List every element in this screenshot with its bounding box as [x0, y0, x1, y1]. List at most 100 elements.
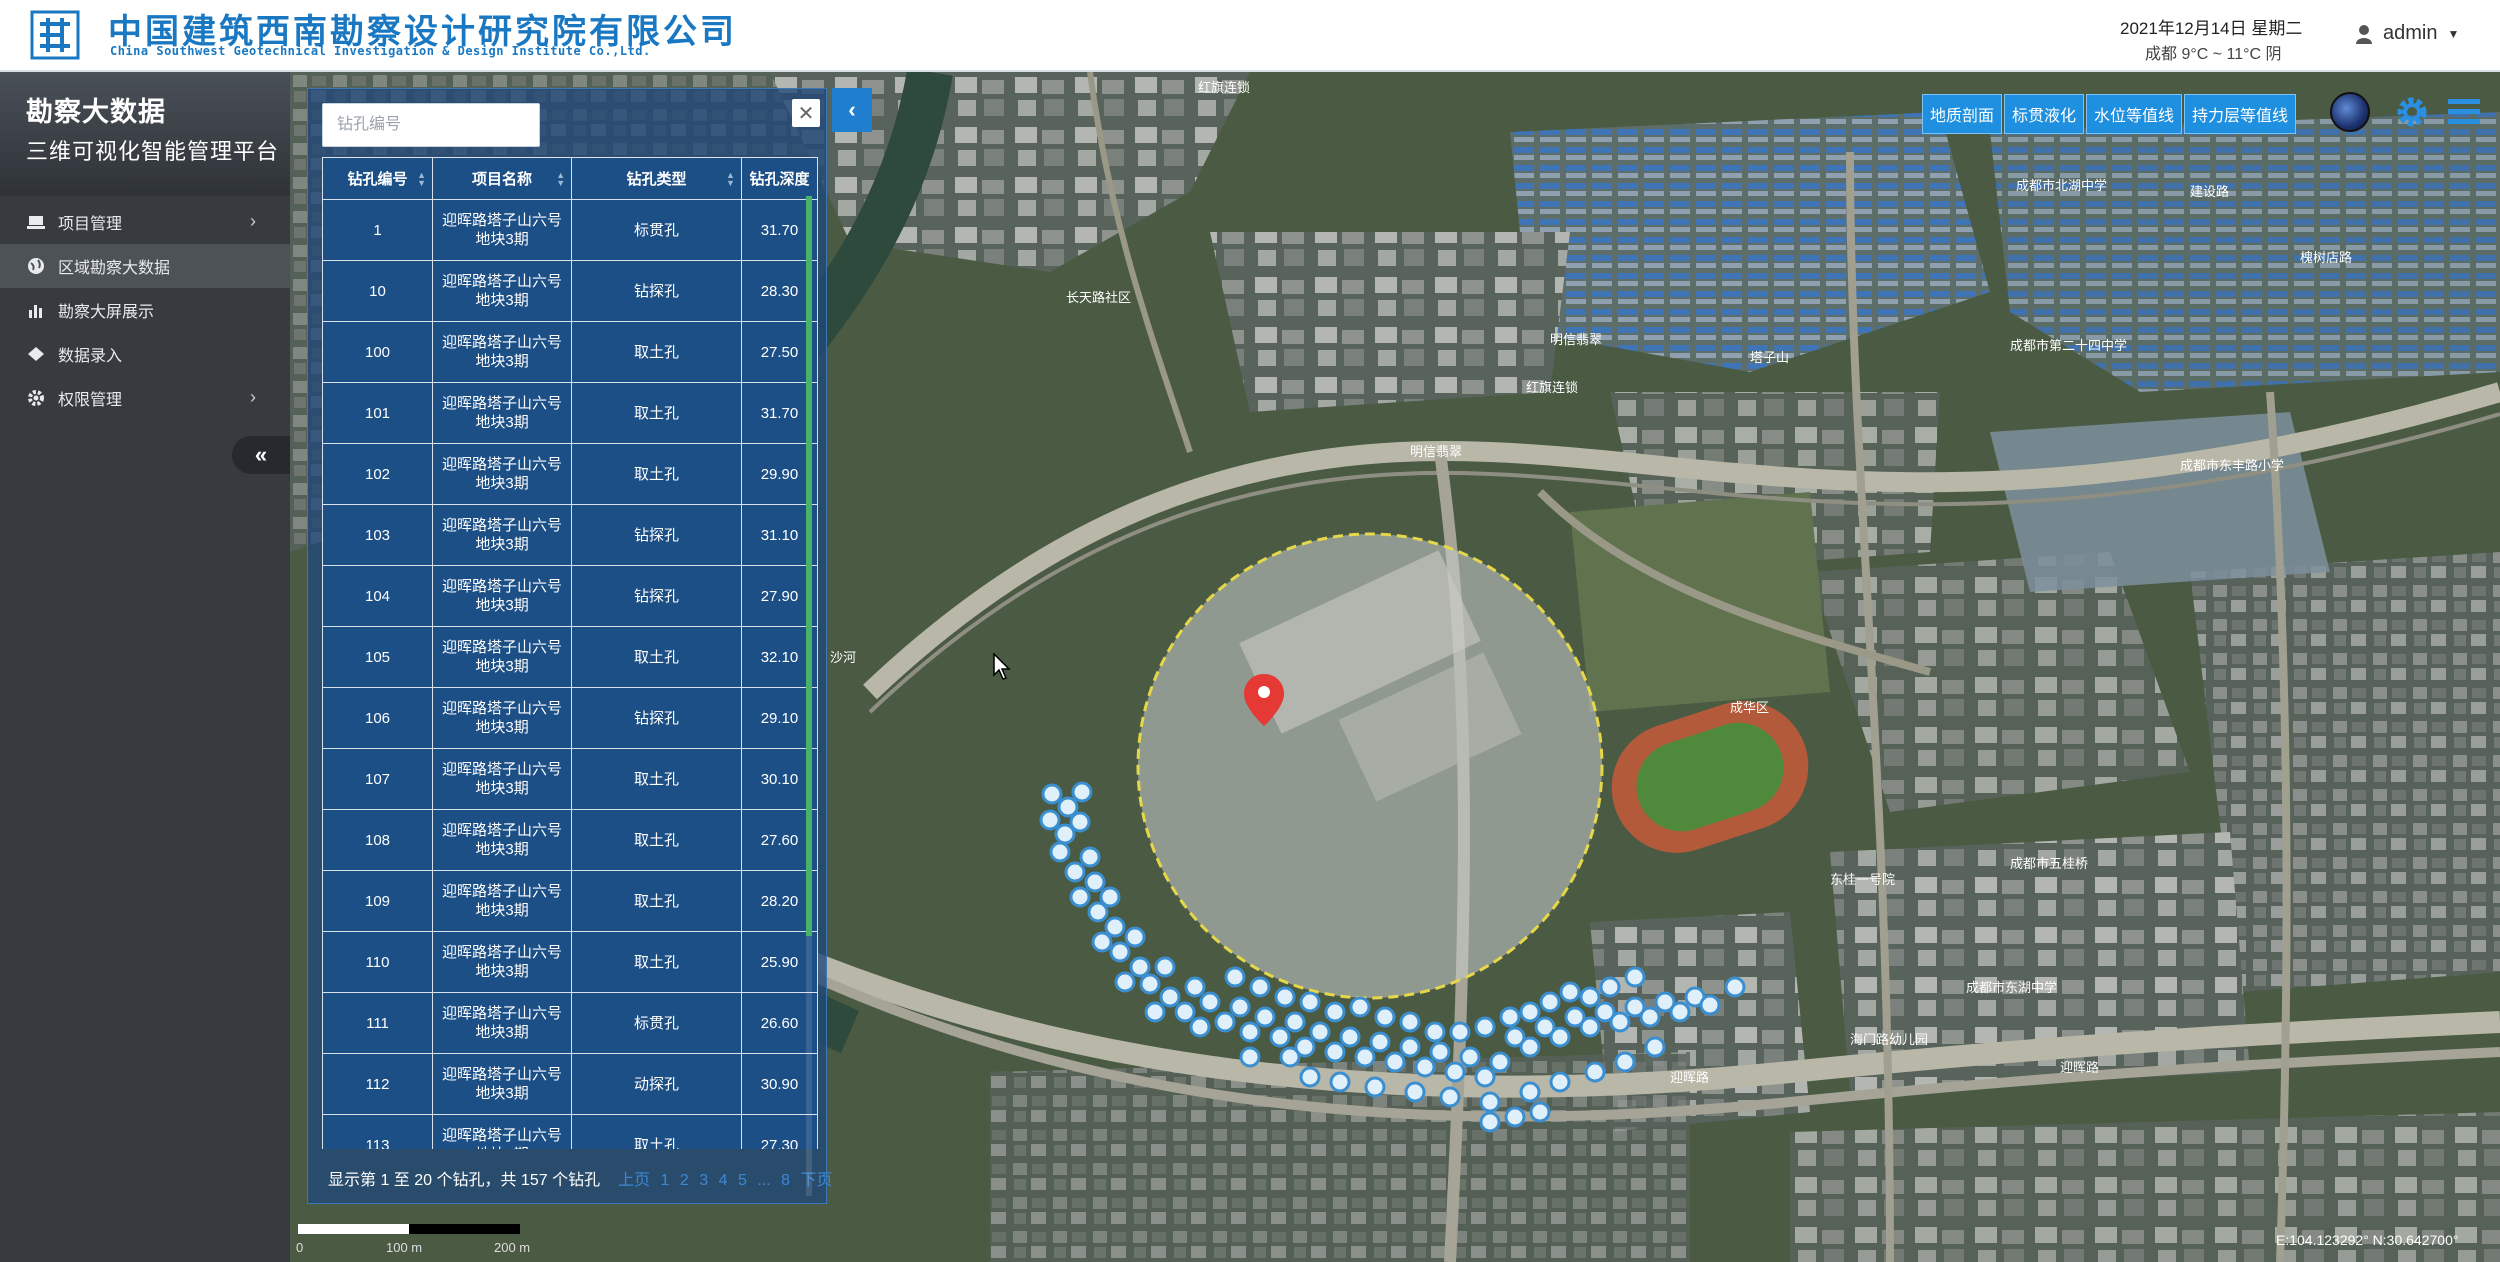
table-row[interactable]: 107 迎晖路塔子山六号地块3期 取土孔 30.10 — [322, 748, 818, 810]
company-logo-icon — [30, 10, 80, 60]
map-label: 槐树店路 — [2300, 250, 2352, 265]
map-label: 明信翡翠 — [1410, 444, 1462, 459]
table-row[interactable]: 10 迎晖路塔子山六号地块3期 钻探孔 28.30 — [322, 260, 818, 322]
cell-id: 1 — [322, 199, 433, 261]
cell-id: 103 — [322, 504, 433, 566]
cell-type: 取土孔 — [571, 443, 742, 505]
user-name: admin — [2383, 22, 2438, 44]
cell-id: 102 — [322, 443, 433, 505]
cell-id: 100 — [322, 321, 433, 383]
map-label: 成都市东丰路小学 — [2180, 458, 2284, 473]
close-panel-button[interactable]: ✕ — [792, 99, 820, 127]
table-row[interactable]: 102 迎晖路塔子山六号地块3期 取土孔 29.90 — [322, 443, 818, 505]
cell-type: 取土孔 — [571, 626, 742, 688]
page-link[interactable]: 4 — [719, 1172, 728, 1189]
borehole-list-panel: ✕ 钻孔编号▲▼ 项目名称▲▼ 钻孔类型▲▼ 钻孔深度 1迎晖路塔子山六号地块3… — [307, 88, 833, 1204]
cell-type: 取土孔 — [571, 870, 742, 932]
sidebar-item-data-entry[interactable]: 数据录入 — [0, 332, 290, 376]
cell-id: 112 — [322, 1053, 433, 1115]
table-row[interactable]: 112 迎晖路塔子山六号地块3期 动探孔 30.90 — [322, 1053, 818, 1115]
map-label: 建设路 — [2190, 184, 2229, 199]
table-row[interactable]: 111 迎晖路塔子山六号地块3期 标贯孔 26.60 — [322, 992, 818, 1054]
cell-id: 106 — [322, 687, 433, 749]
sidebar: 勘察大数据 三维可视化智能管理平台 项目管理 › 区域勘察大数据 勘察大屏展示 — [0, 72, 290, 1262]
table-row[interactable]: 1 迎晖路塔子山六号地块3期 标贯孔 31.70 — [322, 199, 818, 261]
table-row[interactable]: 103 迎晖路塔子山六号地块3期 钻探孔 31.10 — [322, 504, 818, 566]
map-label: 东桂一号院 — [1830, 872, 1895, 887]
scale-bar — [298, 1224, 520, 1234]
pagination-info: 显示第 1 至 20 个钻孔，共 157 个钻孔 — [328, 1172, 601, 1189]
sidebar-item-label: 区域勘察大数据 — [58, 260, 171, 277]
borehole-table-wrap: 钻孔编号 ▲ ▼ 项目名称 ▲ ▼ 钻孔类型 ▲ ▼ 钻孔深度 1 迎晖路塔子山六号地块3期标… — [322, 157, 818, 1149]
pagination: 显示第 1 至 20 个钻孔，共 157 个钻孔 上页 1 2 3 4 5 ..… — [328, 1166, 839, 1190]
col-header-project[interactable]: 项目名称 ▲ ▼ — [431, 157, 573, 200]
sidebar-item-permissions[interactable]: 权限管理 › — [0, 376, 290, 420]
borehole-search-input[interactable] — [322, 103, 540, 147]
map-label: 红旗连锁 — [1198, 80, 1250, 95]
table-row[interactable]: 109 迎晖路塔子山六号地块3期 取土孔 28.20 — [322, 870, 818, 932]
table-row[interactable]: 105 迎晖路塔子山六号地块3期 取土孔 32.10 — [322, 626, 818, 688]
map-label: 迎晖路 — [2060, 1060, 2099, 1075]
settings-gear-icon[interactable] — [2392, 92, 2432, 132]
sidebar-item-region-data[interactable]: 区域勘察大数据 — [0, 244, 290, 288]
table-row[interactable]: 110 迎晖路塔子山六号地块3期 取土孔 25.90 — [322, 931, 818, 993]
cell-id: 10 — [322, 260, 433, 322]
page-link[interactable]: 3 — [699, 1172, 708, 1189]
cell-type: 钻探孔 — [571, 687, 742, 749]
globe-icon[interactable] — [2330, 92, 2370, 132]
cell-type: 钻探孔 — [571, 565, 742, 627]
cell-project: 迎晖路塔子山六号地块3期 — [431, 870, 573, 932]
cell-id: 101 — [322, 382, 433, 444]
sidebar-item-dashboard[interactable]: 勘察大屏展示 — [0, 288, 290, 332]
cell-type: 钻探孔 — [571, 260, 742, 322]
user-menu[interactable]: admin ▼ — [2355, 22, 2459, 45]
col-header-depth[interactable]: 钻孔深度 — [740, 157, 818, 200]
toggle-panel-button[interactable]: ‹ — [832, 88, 872, 132]
cell-project: 迎晖路塔子山六号地块3期 — [431, 809, 573, 871]
col-header-id[interactable]: 钻孔编号 ▲ ▼ — [322, 157, 433, 200]
borehole-table: 钻孔编号 ▲ ▼ 项目名称 ▲ ▼ 钻孔类型 ▲ ▼ 钻孔深度 1 迎晖路塔子山六号地块3期标… — [322, 157, 818, 1149]
table-row[interactable]: 101 迎晖路塔子山六号地块3期 取土孔 31.70 — [322, 382, 818, 444]
col-header-type[interactable]: 钻孔类型 ▲ ▼ — [571, 157, 742, 200]
table-row[interactable]: 104 迎晖路塔子山六号地块3期 钻探孔 27.90 — [322, 565, 818, 627]
cell-type: 钻探孔 — [571, 504, 742, 566]
cell-id: 109 — [322, 870, 433, 932]
sidebar-item-project[interactable]: 项目管理 › — [0, 200, 290, 244]
platform-title: 勘察大数据 — [26, 97, 166, 127]
user-icon — [2356, 24, 2372, 44]
water-level-contour-button[interactable]: 水位等值线 — [2086, 94, 2182, 134]
chevron-right-icon: › — [250, 211, 256, 231]
cell-type: 取土孔 — [571, 748, 742, 810]
cell-type: 取土孔 — [571, 382, 742, 444]
bearing-layer-contour-button[interactable]: 持力层等值线 — [2184, 94, 2296, 134]
geologic-section-button[interactable]: 地质剖面 — [1922, 94, 2002, 134]
table-row[interactable]: 106 迎晖路塔子山六号地块3期 钻探孔 29.10 — [322, 687, 818, 749]
page-link[interactable]: 1 — [661, 1172, 670, 1189]
table-row[interactable]: 108 迎晖路塔子山六号地块3期 取土孔 27.60 — [322, 809, 818, 871]
cell-id: 111 — [322, 992, 433, 1054]
page-link[interactable]: 8 — [781, 1172, 790, 1189]
cell-id: 110 — [322, 931, 433, 993]
cell-project: 迎晖路塔子山六号地块3期 — [431, 687, 573, 749]
table-scrollbar-thumb[interactable] — [806, 196, 812, 936]
cell-project: 迎晖路塔子山六号地块3期 — [431, 1053, 573, 1115]
page-link[interactable]: 2 — [680, 1172, 689, 1189]
prev-page-link[interactable]: 上页 — [618, 1172, 650, 1189]
cell-type: 取土孔 — [571, 1114, 742, 1149]
menu-icon[interactable] — [2446, 94, 2482, 130]
sidebar-item-label: 权限管理 — [58, 392, 123, 409]
table-row[interactable]: 113迎晖路塔子山六号地块3期取土孔27.30 — [322, 1114, 818, 1149]
cell-project: 迎晖路塔子山六号地块3期 — [431, 199, 573, 261]
map-label: 成华区 — [1730, 700, 1769, 715]
spt-liquefaction-button[interactable]: 标贯液化 — [2004, 94, 2084, 134]
cell-id: 113 — [322, 1114, 433, 1149]
page-ellipsis: ... — [757, 1172, 771, 1189]
map-label: 成都市五桂桥 — [2010, 856, 2088, 871]
page-link[interactable]: 5 — [738, 1172, 747, 1189]
cell-project: 迎晖路塔子山六号地块3期 — [431, 992, 573, 1054]
scale-label: 100 m — [386, 1240, 423, 1255]
collapse-sidebar-button[interactable]: « — [232, 436, 290, 474]
table-row[interactable]: 100 迎晖路塔子山六号地块3期 取土孔 27.50 — [322, 321, 818, 383]
cell-type: 动探孔 — [571, 1053, 742, 1115]
cell-id: 107 — [322, 748, 433, 810]
